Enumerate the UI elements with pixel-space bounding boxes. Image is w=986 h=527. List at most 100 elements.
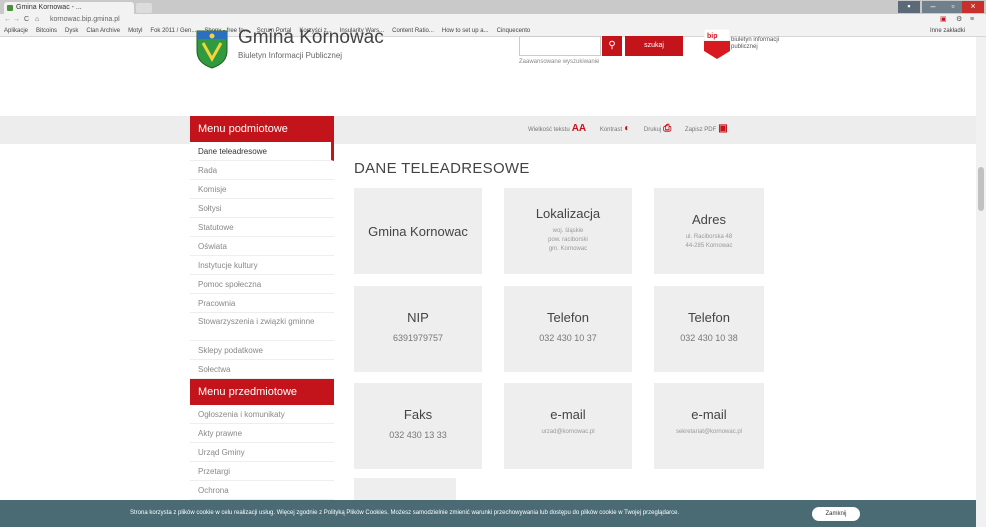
menu-icon[interactable]: ≡	[970, 14, 974, 25]
bookmark-item[interactable]: Aplikacje	[4, 25, 28, 36]
bookmark-item[interactable]: Dysk	[65, 25, 78, 36]
print-label: Drukuj	[643, 127, 662, 133]
bip-flag-icon: bip	[704, 29, 730, 59]
search-input[interactable]	[519, 36, 601, 56]
sidebar-item[interactable]: Pracownia	[190, 294, 334, 313]
accessibility-tools: Wielkość tekstu AA Kontrast ◐ Drukuj ⎙ Zapi…	[528, 123, 740, 134]
site-title[interactable]: Gmina Kornowac	[238, 27, 384, 49]
bookmark-item[interactable]: How to set up a...	[442, 25, 489, 36]
menu-object-heading[interactable]: Menu przedmiotowe	[190, 379, 334, 405]
contact-card-title: Adres	[692, 212, 726, 227]
sidebar-item[interactable]: Sołtysi	[190, 199, 334, 218]
close-window-icon[interactable]: ×	[962, 1, 984, 13]
bip-logo[interactable]: bip biuletyn informacji publicznej	[704, 29, 788, 65]
sidebar-item[interactable]: Instytucje kultury	[190, 256, 334, 275]
contact-card: NIP 6391979757	[354, 286, 482, 372]
web-page	[0, 37, 976, 527]
menu-subject-list: Dane teleadresowe Rada Komisje Sołtysi Statu…	[190, 142, 334, 379]
cookie-close-button[interactable]: Zamknij	[812, 507, 860, 521]
minimize-window-icon[interactable]: –	[922, 1, 944, 13]
contrast-label: Kontrast	[599, 127, 623, 133]
maximize-window-icon[interactable]: ▫	[942, 1, 964, 13]
sidebar-item[interactable]: Dane teleadresowe	[190, 142, 334, 161]
toolbar-strip	[0, 116, 976, 144]
contact-card-detail[interactable]: sekretariat@kornowac.pl	[654, 428, 764, 437]
new-tab-button[interactable]	[136, 3, 152, 13]
bookmark-item[interactable]: Clan Archive	[86, 25, 120, 36]
page-title: DANE TELEADRESOWE	[354, 160, 530, 177]
text-size-icon: AA	[571, 123, 587, 134]
profile-button[interactable]: ▪	[898, 1, 920, 13]
contact-card: e-mail sekretariat@kornowac.pl	[654, 383, 764, 469]
contact-card: Telefon 032 430 10 37	[504, 286, 632, 372]
contact-card-title: NIP	[407, 310, 429, 325]
svg-text:bip: bip	[707, 33, 718, 40]
contact-card: e-mail urzad@kornowac.pl	[504, 383, 632, 469]
address-bar-row: ← → C ⌂ kornowac.bip.gmina.pl ▣ ⚙ ≡	[0, 14, 986, 25]
contact-card-title: Telefon	[688, 310, 730, 325]
sidebar-item[interactable]: Urząd Gminy	[190, 443, 334, 462]
sidebar-item[interactable]: Statutowe	[190, 218, 334, 237]
search-button[interactable]: szukaj	[625, 36, 683, 56]
bookmarks-bar: Aplikacje Bitcoins Dysk Clan Archive Motyl Fo…	[0, 25, 986, 37]
sidebar-item[interactable]: Pomoc społeczna	[190, 275, 334, 294]
contrast-icon: ◐	[624, 123, 631, 134]
sidebar-item[interactable]: Sklepy podatkowe	[190, 341, 334, 360]
contact-card-value[interactable]: 032 430 13 33	[354, 430, 482, 440]
url-field[interactable]: kornowac.bip.gmina.pl	[50, 14, 850, 25]
sidebar-item[interactable]: Ochrona	[190, 481, 334, 500]
advanced-search-link[interactable]: Zaawansowane wyszukiwanie	[519, 59, 599, 65]
reload-icon[interactable]: C	[24, 14, 29, 25]
back-icon[interactable]: ←	[4, 14, 11, 25]
contact-card-value[interactable]: 032 430 10 37	[504, 333, 632, 343]
sidebar-item[interactable]: Akty prawne	[190, 424, 334, 443]
other-bookmarks[interactable]: Inne zakładki	[930, 25, 965, 36]
contact-card-detail: woj. śląskie	[552, 228, 584, 234]
sidebar-item[interactable]: Ogłoszenia i komunikaty	[190, 405, 334, 424]
sidebar-item[interactable]: Sołectwa	[190, 360, 334, 379]
text-size-label: Wielkość tekstu	[528, 127, 570, 133]
browser-tab-title: Gmina Kornowac - ...	[16, 4, 82, 11]
contact-card-detail[interactable]: urzad@kornowac.pl	[504, 428, 632, 437]
contact-card-title: e-mail	[691, 407, 727, 422]
forward-icon[interactable]: →	[13, 14, 20, 25]
cookie-text: Strona korzysta z plików cookie w celu r…	[130, 510, 680, 516]
settings-icon[interactable]: ⚙	[956, 14, 962, 25]
bip-label: biuletyn informacji publicznej	[731, 37, 780, 50]
sidebar-item[interactable]: Rada	[190, 161, 334, 180]
contact-card-title: Faks	[403, 407, 433, 422]
extension-icon[interactable]: ▣	[940, 14, 947, 25]
contrast-tool[interactable]: Kontrast ◐	[600, 123, 630, 134]
contact-card: Gmina Kornowac	[354, 188, 482, 274]
contact-card-title: Gmina Kornowac	[368, 224, 468, 239]
home-icon[interactable]: ⌂	[35, 14, 39, 25]
menu-object-list: Ogłoszenia i komunikaty Akty prawne Urząd …	[190, 405, 334, 500]
search-icon[interactable]: ⚲	[602, 36, 622, 56]
site-subtitle: Biuletyn Informacji Publicznej	[238, 51, 343, 60]
contact-card-detail: ul. Raciborska 48	[685, 234, 733, 240]
contact-card-value[interactable]: 032 430 10 38	[654, 333, 764, 343]
pdf-icon: ▣	[718, 123, 728, 134]
contact-card-value[interactable]: 6391979757	[354, 333, 482, 343]
sidebar-item[interactable]: Przetargi	[190, 462, 334, 481]
bookmark-item[interactable]: Content Ratio...	[392, 25, 434, 36]
contact-card: Faks 032 430 13 33	[354, 383, 482, 469]
scrollbar[interactable]	[976, 37, 986, 527]
bookmark-item[interactable]: Motyl	[128, 25, 142, 36]
bookmark-item[interactable]: Fok 2011 / Gen...	[150, 25, 196, 36]
contact-card-title: Lokalizacja	[535, 206, 601, 221]
menu-subject-heading[interactable]: Menu podmiotowe	[190, 116, 334, 142]
browser-tab[interactable]: Gmina Kornowac - ...	[4, 2, 134, 14]
contact-card-detail: gm. Kornowac	[548, 246, 588, 252]
sidebar-item[interactable]: Komisje	[190, 180, 334, 199]
sidebar-item[interactable]: Stowarzyszenia i związki gminne	[190, 313, 334, 341]
bookmark-item[interactable]: Bitcoins	[36, 25, 57, 36]
scrollbar-thumb[interactable]	[978, 167, 984, 211]
favicon-icon	[7, 5, 13, 11]
pdf-tool[interactable]: Zapisz PDF ▣	[685, 123, 728, 134]
sidebar-item[interactable]: Oświata	[190, 237, 334, 256]
coat-of-arms-logo[interactable]	[195, 29, 229, 69]
text-size-tool[interactable]: Wielkość tekstu AA	[528, 123, 586, 134]
browser-tab-strip: Gmina Kornowac - ... ▪ – ▫ ×	[0, 0, 986, 14]
print-tool[interactable]: Drukuj ⎙	[644, 123, 671, 134]
